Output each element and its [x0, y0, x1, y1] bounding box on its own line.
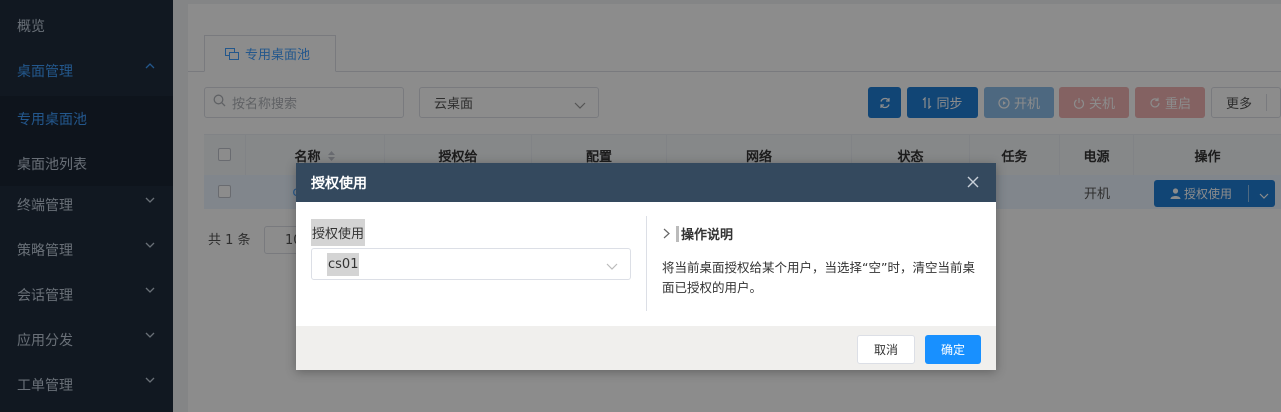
close-icon[interactable] — [966, 175, 980, 189]
dialog-body: 授权使用 cs01 操作说明 将当前桌面授权给某个用户，当选择“空”时，清空当前… — [296, 202, 996, 326]
field-label: 授权使用 — [311, 219, 366, 246]
chevron-down-icon — [606, 260, 618, 275]
highlight-mark — [676, 225, 679, 242]
confirm-button[interactable]: 确定 — [925, 335, 981, 364]
dialog-header: 授权使用 — [296, 163, 996, 202]
user-select-value: cs01 — [327, 253, 360, 276]
user-select[interactable]: cs01 — [311, 248, 631, 280]
chevron-right-icon — [663, 228, 670, 239]
help-text: 将当前桌面授权给某个用户，当选择“空”时，清空当前桌面已授权的用户。 — [662, 260, 975, 295]
grant-use-dialog: 授权使用 授权使用 cs01 操作说明 将当前桌面授权给某个用户，当选择“空”时… — [296, 163, 996, 370]
vertical-divider — [646, 216, 647, 311]
dialog-footer: 取消 确定 — [296, 326, 996, 370]
dialog-title: 授权使用 — [311, 175, 367, 192]
help-title-text: 操作说明 — [681, 228, 734, 243]
cancel-button[interactable]: 取消 — [857, 335, 915, 364]
help-title: 操作说明 — [663, 224, 733, 243]
